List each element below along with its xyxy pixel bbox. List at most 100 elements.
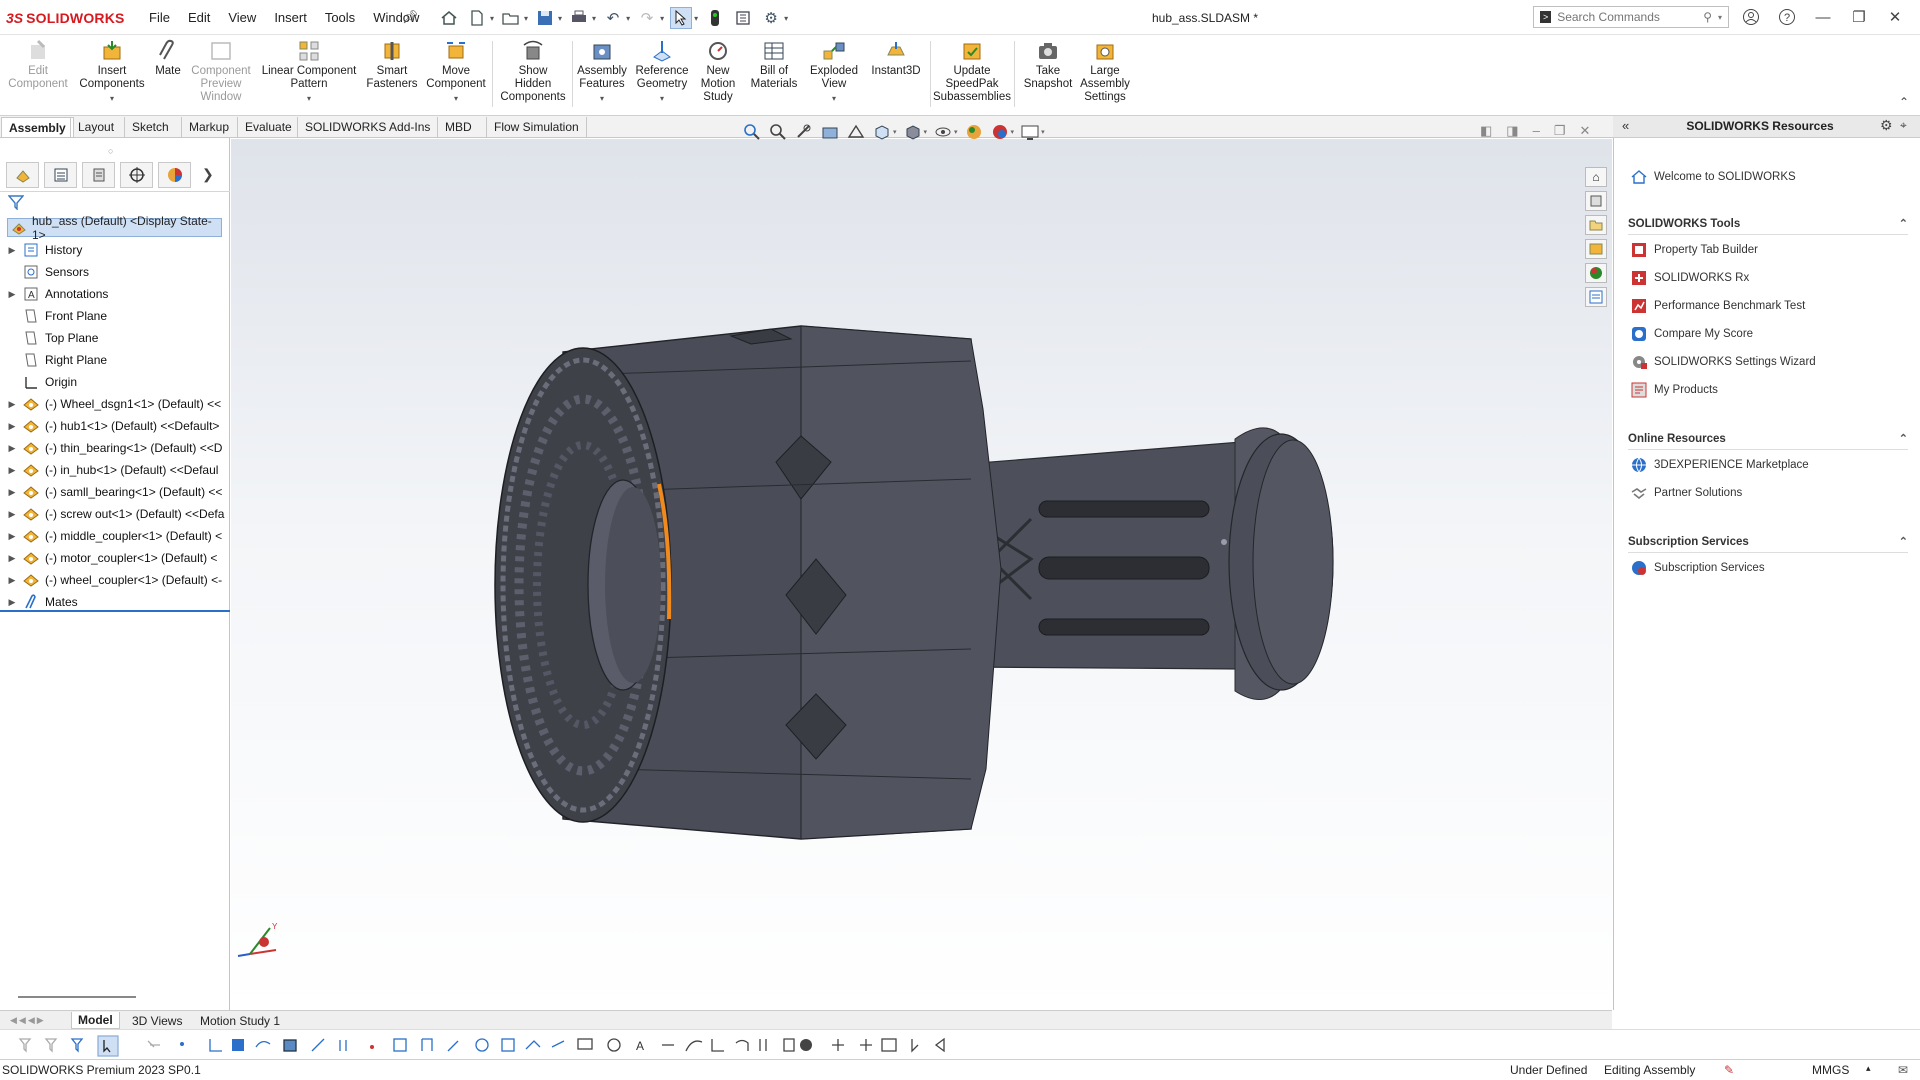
edit-component-button[interactable]: Edit Component <box>6 39 70 91</box>
tree-item[interactable]: Top Plane <box>0 328 230 348</box>
save-icon[interactable] <box>534 7 556 29</box>
viewport-minimize-icon[interactable]: – <box>1533 123 1540 139</box>
expand-caret-icon[interactable]: ▶ <box>6 575 18 586</box>
apply-scene-icon[interactable] <box>990 122 1010 142</box>
menu-view[interactable]: View <box>219 10 265 25</box>
menu-file[interactable]: File <box>140 10 179 25</box>
search-dropdown-icon[interactable]: ▾ <box>1718 13 1722 22</box>
horizontal-scrollbar[interactable] <box>18 996 136 998</box>
move-component-button[interactable]: Move Component ▾ <box>424 39 488 105</box>
large-assembly-settings-button[interactable]: Large Assembly Settings <box>1078 39 1132 104</box>
view-orientation-icon[interactable] <box>872 122 892 142</box>
print-icon[interactable] <box>568 7 590 29</box>
hub-assembly-model[interactable] <box>231 139 1612 1010</box>
display-style-dropdown-icon[interactable]: ▾ <box>924 128 928 136</box>
chevron-down-icon[interactable]: ▾ <box>600 92 604 105</box>
configuration-manager-icon[interactable] <box>82 161 115 188</box>
link-solidworks-rx[interactable]: SOLIDWORKS Rx <box>1630 269 1749 287</box>
viewport-tile-right-icon[interactable]: ◨ <box>1506 123 1518 139</box>
tab-motion-study-1[interactable]: Motion Study 1 <box>194 1012 286 1029</box>
hide-show-items-icon[interactable] <box>933 122 953 142</box>
expand-caret-icon[interactable]: ▶ <box>6 487 18 498</box>
restore-icon[interactable]: ❐ <box>1848 6 1870 28</box>
tree-item[interactable]: Right Plane <box>0 350 230 370</box>
tab-markup[interactable]: Markup <box>181 117 236 137</box>
minimize-icon[interactable]: — <box>1812 6 1834 28</box>
new-dropdown-icon[interactable]: ▾ <box>490 14 494 23</box>
pin-menu-icon[interactable]: 📌︎ <box>402 9 419 25</box>
hide-show-dropdown-icon[interactable]: ▾ <box>954 128 958 136</box>
menu-tools[interactable]: Tools <box>316 10 364 25</box>
expand-caret-icon[interactable]: ▶ <box>6 465 18 476</box>
chevron-down-icon[interactable]: ▾ <box>454 92 458 105</box>
select-dropdown-icon[interactable]: ▾ <box>694 14 698 23</box>
undo-icon[interactable]: ↶ <box>602 7 624 29</box>
tree-item[interactable]: ▶ (-) middle_coupler<1> (Default) < <box>0 526 230 546</box>
assembly-features-button[interactable]: Assembly Features ▾ <box>574 39 630 105</box>
file-explorer-icon[interactable] <box>1585 215 1607 235</box>
link-subscription-services[interactable]: Subscription Services <box>1630 559 1765 577</box>
options-gear-icon[interactable]: ⚙ <box>760 7 782 29</box>
zoom-to-fit-icon[interactable] <box>742 122 762 142</box>
display-manager-icon[interactable] <box>158 161 191 188</box>
tab-solidworks-add-ins[interactable]: SOLIDWORKS Add-Ins <box>297 117 437 137</box>
tree-item[interactable]: Sensors <box>0 262 230 282</box>
open-dropdown-icon[interactable]: ▾ <box>524 14 528 23</box>
dynamic-annotation-icon[interactable] <box>846 122 866 142</box>
expand-caret-icon[interactable]: ▶ <box>6 553 18 564</box>
link-compare-my-score[interactable]: Compare My Score <box>1630 325 1753 343</box>
dimxpert-manager-icon[interactable] <box>120 161 153 188</box>
chevron-right-icon[interactable]: ❯ <box>202 166 214 183</box>
pin-pane-icon[interactable]: ⌖ <box>1900 118 1907 133</box>
mate-button[interactable]: Mate <box>152 39 184 78</box>
expand-caret-icon[interactable]: ▶ <box>6 597 18 608</box>
tab-scroll-arrows-icon[interactable]: ◀◀◀▶ <box>4 1012 52 1029</box>
tooltip-chat-icon[interactable]: ✉ <box>1898 1063 1908 1077</box>
link-property-tab-builder[interactable]: Property Tab Builder <box>1630 241 1758 259</box>
tab-assembly[interactable]: Assembly <box>1 117 74 137</box>
collapse-pane-icon[interactable]: « <box>1622 118 1629 133</box>
previous-view-icon[interactable] <box>794 122 814 142</box>
panel-resize-handle[interactable]: ○ <box>108 146 113 156</box>
collapse-ribbon-icon[interactable]: ⌃ <box>1899 95 1909 109</box>
tree-item[interactable]: ▶ (-) screw out<1> (Default) <<Defa <box>0 504 230 524</box>
take-snapshot-button[interactable]: Take Snapshot <box>1020 39 1076 91</box>
file-properties-icon[interactable] <box>732 7 754 29</box>
graphics-area[interactable] <box>231 139 1612 1010</box>
section-solidworks-tools[interactable]: SOLIDWORKS Tools ⌃ <box>1628 218 1908 235</box>
tree-item[interactable]: ▶ (-) samll_bearing<1> (Default) << <box>0 482 230 502</box>
chevron-down-icon[interactable]: ▾ <box>832 92 836 105</box>
view-orientation-dropdown-icon[interactable]: ▾ <box>893 128 897 136</box>
tree-item[interactable]: ▶ (-) motor_coupler<1> (Default) < <box>0 548 230 568</box>
chevron-up-icon[interactable]: ⌃ <box>1899 535 1908 548</box>
section-online-resources[interactable]: Online Resources ⌃ <box>1628 433 1908 450</box>
user-account-icon[interactable] <box>1740 6 1762 28</box>
tree-root-assembly[interactable]: hub_ass (Default) <Display State-1> <box>7 214 222 242</box>
custom-properties-icon[interactable] <box>1585 287 1607 307</box>
options-dropdown-icon[interactable]: ▾ <box>784 14 788 23</box>
solidworks-logo[interactable]: 3S SOLIDWORKS <box>6 8 125 28</box>
rebuild-icon[interactable]: ✎ <box>1724 1063 1734 1077</box>
filter-icon[interactable] <box>7 194 25 213</box>
show-hidden-components-button[interactable]: Show Hidden Components <box>498 39 568 104</box>
exploded-view-button[interactable]: Exploded View ▾ <box>806 39 862 105</box>
units-dropdown-icon[interactable]: ▴ <box>1866 1063 1871 1074</box>
menu-edit[interactable]: Edit <box>179 10 219 25</box>
tree-item[interactable]: Front Plane <box>0 306 230 326</box>
edit-appearance-icon[interactable] <box>964 122 984 142</box>
linear-component-pattern-button[interactable]: Linear Component Pattern ▾ <box>260 39 358 105</box>
tree-item[interactable]: ▶ Mates <box>0 592 230 612</box>
menu-window[interactable]: Window <box>364 10 428 25</box>
tree-item[interactable]: ▶ History <box>0 240 230 260</box>
resources-home-icon[interactable]: ⌂ <box>1585 167 1607 187</box>
unit-system[interactable]: MMGS <box>1812 1063 1849 1077</box>
home-icon[interactable] <box>438 7 460 29</box>
open-folder-icon[interactable] <box>500 7 522 29</box>
new-motion-study-button[interactable]: New Motion Study <box>694 39 742 104</box>
expand-caret-icon[interactable]: ▶ <box>6 509 18 520</box>
design-library-icon[interactable] <box>1585 191 1607 211</box>
chevron-down-icon[interactable]: ▾ <box>307 92 311 105</box>
close-icon[interactable]: ✕ <box>1884 6 1906 28</box>
tab-layout[interactable]: Layout <box>70 117 121 137</box>
expand-caret-icon[interactable]: ▶ <box>6 399 18 410</box>
